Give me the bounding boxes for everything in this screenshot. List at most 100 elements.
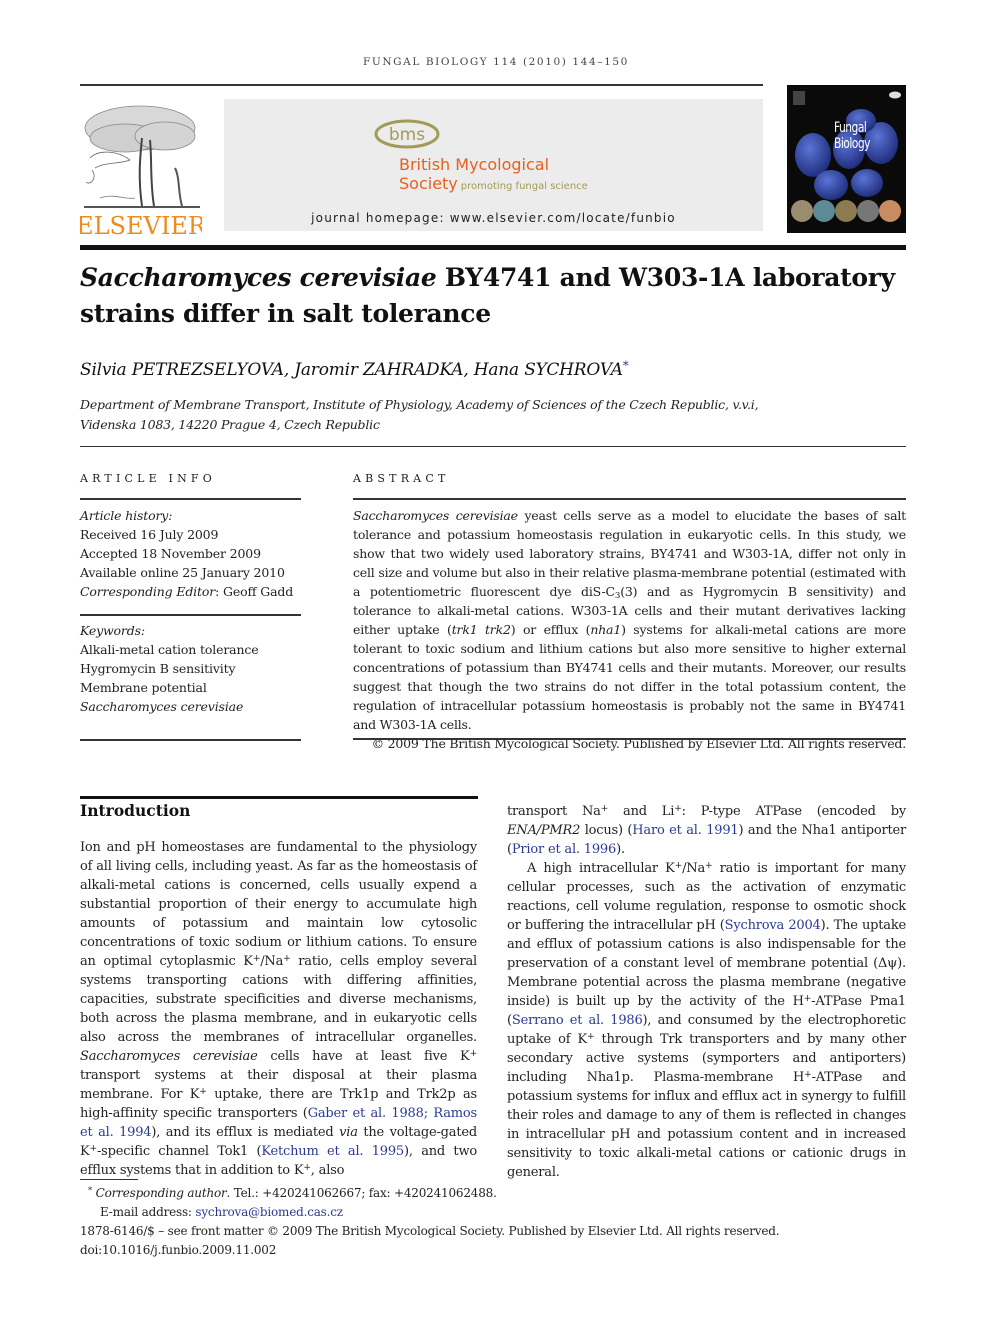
text: ). xyxy=(616,842,625,857)
corresponding-editor: Corresponding Editor: Geoff Gadd xyxy=(80,582,293,601)
gene-name: trk1 trk2 xyxy=(451,622,511,637)
keyword-item: Alkali-metal cation tolerance xyxy=(80,642,259,657)
keyword-item: Hygromycin B sensitivity xyxy=(80,661,236,676)
email-link[interactable]: sychrova@biomed.cas.cz xyxy=(195,1205,343,1219)
superscript: + xyxy=(199,1086,207,1097)
reference-link[interactable]: Haro et al. 1991 xyxy=(632,823,738,838)
introduction-right-column: transport Na+ and Li+: P-type ATPase (en… xyxy=(507,802,906,1182)
introduction-rule xyxy=(80,796,478,799)
corresponding-author-note: * Corresponding author. Tel.: +420241062… xyxy=(80,1184,779,1203)
abstract-rule xyxy=(353,498,906,500)
abstract-heading: ABSTRACT xyxy=(353,472,450,485)
cover-title-line2: Biology xyxy=(834,136,870,152)
society-name-line2: Society xyxy=(399,174,458,193)
superscript: + xyxy=(674,860,683,871)
keyword-item: Saccharomyces cerevisiae xyxy=(80,699,244,714)
author-list: Silvia PETREZSELYOVA, Jaromir ZAHRADKA, … xyxy=(80,360,629,380)
text: -ATPase and potassium systems for influx… xyxy=(507,1070,906,1180)
email-note: E-mail address: sychrova@biomed.cas.cz xyxy=(80,1203,779,1222)
cover-title-line1: Fungal xyxy=(834,120,867,136)
authors-text: Silvia PETREZSELYOVA, Jaromir ZAHRADKA, … xyxy=(80,360,623,380)
title-species: Saccharomyces cerevisiae xyxy=(80,263,437,292)
svg-text:bms: bms xyxy=(389,125,425,145)
editor-name: : Geoff Gadd xyxy=(215,584,294,599)
text: cells have at least five K xyxy=(257,1049,470,1064)
introduction-heading: Introduction xyxy=(80,801,191,820)
introduction-left-column: Ion and pH homeostases are fundamental t… xyxy=(80,838,477,1180)
superscript: + xyxy=(89,1143,98,1154)
superscript: + xyxy=(469,1048,478,1059)
text: ; xyxy=(423,1106,434,1121)
bms-logo-icon: bms xyxy=(374,119,440,149)
superscript: + xyxy=(804,1069,812,1080)
article-history: Article history: Received 16 July 2009 A… xyxy=(80,506,293,601)
email-label: E-mail address: xyxy=(100,1205,196,1219)
bms-logo: bms xyxy=(374,119,440,153)
paragraph: A high intracellular K+/Na+ ratio is imp… xyxy=(507,859,906,1182)
footnote-mark: * xyxy=(88,1185,92,1196)
affiliation-rule xyxy=(80,446,906,447)
text: -specific channel Tok1 ( xyxy=(96,1144,262,1159)
corresponding-author-mark[interactable]: * xyxy=(623,359,629,373)
journal-homepage-link[interactable]: journal homepage: www.elsevier.com/locat… xyxy=(224,211,763,225)
keywords: Keywords: Alkali-metal cation tolerance … xyxy=(80,621,259,716)
text: /Na xyxy=(260,954,284,969)
text: via xyxy=(339,1125,358,1140)
text: transport Na xyxy=(507,804,601,819)
superscript: + xyxy=(303,1162,311,1173)
article-title: Saccharomyces cerevisiae BY4741 and W303… xyxy=(80,260,910,332)
superscript: + xyxy=(600,803,609,814)
abstract-text: Saccharomyces cerevisiae yeast cells ser… xyxy=(353,506,906,753)
society-name-line1: British Mycological xyxy=(399,155,550,174)
keywords-rule xyxy=(80,614,301,616)
svg-text:ELSEVIER: ELSEVIER xyxy=(80,212,202,236)
received-date: Received 16 July 2009 xyxy=(80,527,219,542)
elsevier-logo[interactable]: ELSEVIER xyxy=(76,98,207,240)
keyword-item: Membrane potential xyxy=(80,680,207,695)
text: : P-type ATPase (encoded by xyxy=(681,804,907,819)
abstract-bottom-rule xyxy=(353,738,906,740)
abstract-copyright: © 2009 The British Mycological Society. … xyxy=(371,736,907,751)
editor-label: Corresponding Editor xyxy=(80,584,216,599)
history-label: Article history: xyxy=(80,508,173,523)
reference-link[interactable]: Prior et al. 1996 xyxy=(512,842,616,857)
journal-cover[interactable]: Fungal Biology xyxy=(787,85,906,233)
reference-link[interactable]: Ketchum et al. 1995 xyxy=(261,1144,404,1159)
cover-art-icon xyxy=(791,91,901,222)
paragraph: transport Na+ and Li+: P-type ATPase (en… xyxy=(507,802,906,859)
superscript: + xyxy=(283,953,291,964)
cover-title: Fungal Biology xyxy=(834,120,870,152)
society-name: British Mycological Society promoting fun… xyxy=(399,155,588,196)
journal-banner: bms British Mycological Society promoting… xyxy=(224,99,763,231)
affiliation: Department of Membrane Transport, Instit… xyxy=(80,395,759,435)
superscript: + xyxy=(674,803,682,814)
reference-link[interactable]: Sychrova 2004 xyxy=(725,918,821,933)
affiliation-line1: Department of Membrane Transport, Instit… xyxy=(80,397,759,412)
text: locus) ( xyxy=(580,823,633,838)
gene-name: ENA/PMR2 xyxy=(507,823,581,838)
abstract-part: ) systems for alkali-metal cations are m… xyxy=(353,622,906,732)
species-name: Saccharomyces cerevisiae xyxy=(80,1049,258,1064)
paragraph: Ion and pH homeostases are fundamental t… xyxy=(80,838,477,1180)
affiliation-line2: Videnska 1083, 14220 Prague 4, Czech Rep… xyxy=(80,417,380,432)
doi[interactable]: doi:10.1016/j.funbio.2009.11.002 xyxy=(80,1241,779,1260)
article-info-rule xyxy=(80,498,301,500)
text: /Na xyxy=(682,861,706,876)
contact-numbers: . Tel.: +420241062667; fax: +42024106248… xyxy=(226,1186,497,1200)
text: , also xyxy=(310,1163,345,1178)
running-head: FUNGAL BIOLOGY 114 (2010) 144–150 xyxy=(363,56,629,68)
gene-name: nha1 xyxy=(590,622,622,637)
text: Ion and pH homeostases are fundamental t… xyxy=(80,840,477,969)
abstract-part: ) or efflux ( xyxy=(510,622,591,637)
society-tagline: promoting fungal science xyxy=(460,181,588,192)
masthead-rule xyxy=(80,84,763,86)
keywords-label: Keywords: xyxy=(80,623,145,638)
accepted-date: Accepted 18 November 2009 xyxy=(80,546,261,561)
available-date: Available online 25 January 2010 xyxy=(80,565,285,580)
front-matter: 1878-6146/$ – see front matter © 2009 Th… xyxy=(80,1224,780,1238)
reference-link[interactable]: Serrano et al. 1986 xyxy=(512,1013,643,1028)
masthead-thick-rule xyxy=(80,245,906,250)
reference-link[interactable]: Gaber et al. 1988 xyxy=(308,1106,424,1121)
title-line2: strains differ in salt tolerance xyxy=(80,299,491,328)
text: A high intracellular K xyxy=(527,861,675,876)
